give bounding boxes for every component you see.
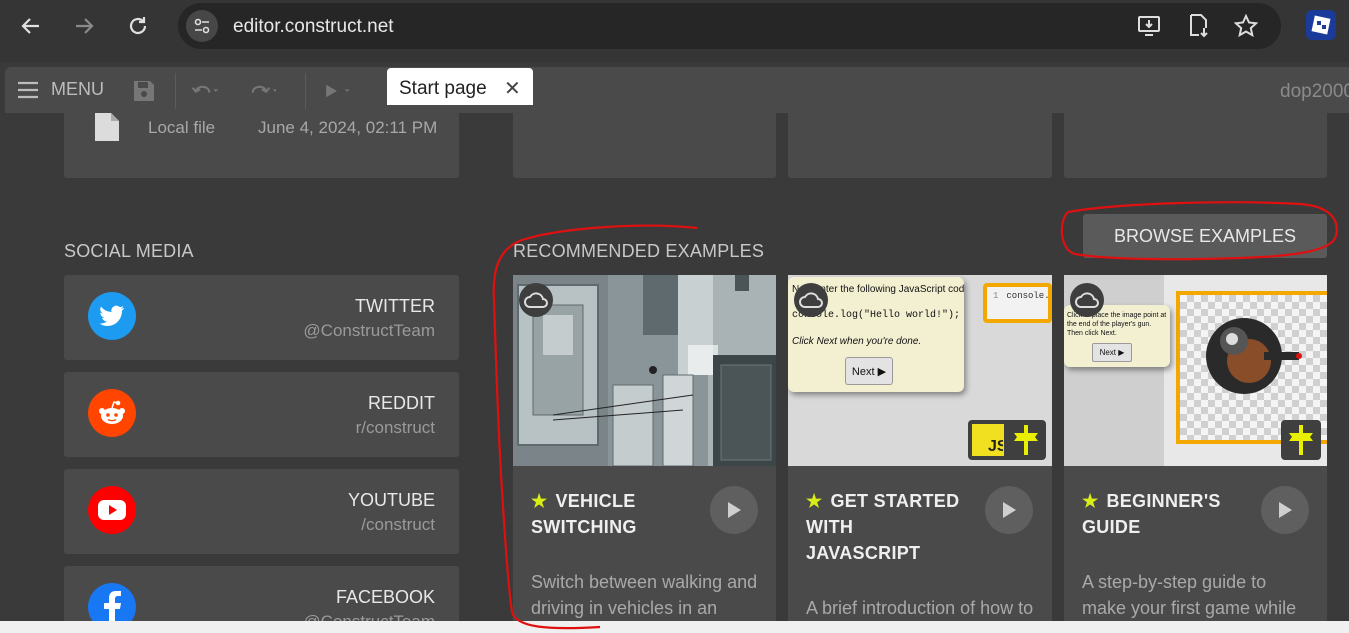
social-handle: r/construct <box>355 418 435 437</box>
social-twitter[interactable]: TWITTER @ConstructTeam <box>64 275 459 360</box>
youtube-icon <box>88 486 136 534</box>
undo-icon[interactable] <box>191 79 219 103</box>
url-text[interactable]: editor.construct.net <box>233 16 394 38</box>
star-icon: ★ <box>1082 491 1099 511</box>
start-page: Local file June 4, 2024, 02:11 PM SOCIAL… <box>0 113 1349 621</box>
example-description: Switch between walking and driving in ve… <box>531 572 758 618</box>
toolbar-divider <box>175 73 176 109</box>
social-facebook[interactable]: FACEBOOK @ConstructTeam <box>64 566 459 621</box>
preview-play-icon[interactable] <box>323 79 351 103</box>
hamburger-icon <box>18 81 38 98</box>
play-icon <box>1279 502 1292 518</box>
file-type: Local file <box>148 118 216 137</box>
tab-label: Start page <box>399 78 487 99</box>
install-app-icon[interactable] <box>1135 12 1163 40</box>
social-name: FACEBOOK <box>335 587 435 607</box>
beginner-sign-icon <box>1010 424 1042 456</box>
address-bar[interactable]: editor.construct.net <box>178 3 1281 49</box>
example-badges <box>1281 420 1321 460</box>
back-arrow-icon[interactable] <box>15 10 47 42</box>
star-icon: ★ <box>531 491 548 511</box>
social-name: YOUTUBE <box>347 490 435 510</box>
play-icon <box>1003 502 1016 518</box>
example-badges: JS <box>968 420 1046 460</box>
recent-file-card[interactable]: Local file June 4, 2024, 02:11 PM <box>64 113 459 178</box>
social-youtube[interactable]: YOUTUBE /construct <box>64 469 459 554</box>
cloud-icon <box>519 283 553 317</box>
example-thumbnail: 1 console.l Now enter the following JavaS… <box>788 275 1052 466</box>
social-handle: @ConstructTeam <box>303 612 435 621</box>
example-title: ★ BEGINNER'S GUIDE <box>1082 491 1221 537</box>
browser-chrome: editor.construct.net <box>0 0 1349 62</box>
social-name: REDDIT <box>368 393 435 413</box>
tab-start-page[interactable]: Start page ✕ <box>387 68 533 105</box>
browse-examples-button[interactable]: BROWSE EXAMPLES <box>1083 214 1327 258</box>
play-button[interactable] <box>985 486 1033 534</box>
menu-button[interactable]: MENU <box>17 79 104 100</box>
toolbar-divider <box>305 73 306 109</box>
example-card-vehicle-switching[interactable]: ★ VEHICLE SWITCHING Switch between walkin… <box>513 275 776 621</box>
save-icon[interactable] <box>130 79 158 103</box>
example-title: ★ GET STARTED WITH JAVASCRIPT <box>806 491 960 563</box>
file-icon <box>94 113 120 146</box>
username[interactable]: dop2000 <box>1280 81 1349 103</box>
social-reddit[interactable]: REDDIT r/construct <box>64 372 459 457</box>
play-icon <box>728 502 741 518</box>
forward-arrow-icon[interactable] <box>68 10 100 42</box>
download-page-icon[interactable] <box>1185 12 1213 40</box>
cloud-icon <box>794 283 828 317</box>
file-date: June 4, 2024, 02:11 PM <box>258 118 438 137</box>
recommended-examples-heading: RECOMMENDED EXAMPLES <box>513 241 765 261</box>
example-description: A brief introduction of how to get start… <box>806 598 1034 618</box>
site-settings-icon[interactable] <box>186 10 218 42</box>
play-button[interactable] <box>1261 486 1309 534</box>
bookmark-star-icon[interactable] <box>1232 12 1260 40</box>
facebook-icon <box>88 583 136 621</box>
social-handle: @ConstructTeam <box>303 321 435 340</box>
svg-text:JS: JS <box>988 438 1003 455</box>
redo-icon[interactable] <box>248 79 276 103</box>
reddit-icon <box>88 389 136 437</box>
reload-icon[interactable] <box>122 10 154 42</box>
social-media-heading: SOCIAL MEDIA <box>64 241 194 261</box>
example-card-javascript[interactable]: 1 console.l Now enter the following JavaS… <box>788 275 1052 621</box>
cloud-icon <box>1070 283 1104 317</box>
menu-label: MENU <box>51 79 104 99</box>
news-card[interactable] <box>788 113 1052 178</box>
beginner-sign-icon <box>1285 424 1317 456</box>
example-card-beginners-guide[interactable]: Click to place the image point at the en… <box>1064 275 1327 621</box>
close-icon[interactable]: ✕ <box>504 76 521 101</box>
social-name: TWITTER <box>355 296 435 316</box>
example-title: ★ VEHICLE SWITCHING <box>531 491 637 537</box>
editor-toolbar: MENU Start page ✕ dop2000 <box>5 67 1349 113</box>
news-card[interactable] <box>1064 113 1327 178</box>
profile-avatar[interactable] <box>1306 10 1336 40</box>
example-thumbnail: Click to place the image point at the en… <box>1064 275 1327 466</box>
javascript-icon: JS <box>972 424 1004 456</box>
twitter-icon <box>88 292 136 340</box>
social-handle: /construct <box>361 515 435 534</box>
star-icon: ★ <box>806 491 823 511</box>
play-button[interactable] <box>710 486 758 534</box>
example-thumbnail <box>513 275 776 466</box>
example-description: A step-by-step guide to make your first … <box>1082 572 1297 618</box>
news-card[interactable] <box>513 113 776 178</box>
page-bottom-edge <box>0 621 1349 633</box>
